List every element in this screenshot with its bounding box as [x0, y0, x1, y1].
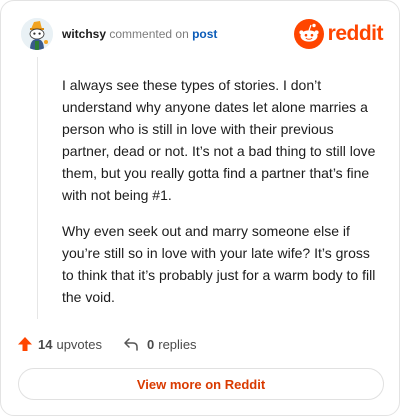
comment-header: witchsy commented on post reddit [21, 18, 384, 52]
post-link[interactable]: post [192, 27, 217, 41]
comment-embed-card: witchsy commented on post reddit I alway… [0, 0, 400, 416]
upvote-label: upvotes [56, 336, 103, 352]
comment-meta: witchsy commented on post [62, 26, 217, 42]
reply-label: replies [158, 336, 197, 352]
upvote-button[interactable]: 14 upvotes [17, 336, 102, 352]
username-link[interactable]: witchsy [62, 27, 106, 41]
upvote-arrow-icon [18, 337, 32, 351]
action-text: commented on [109, 27, 189, 41]
reddit-brand[interactable]: reddit [293, 18, 384, 50]
reply-arrow-icon [124, 338, 138, 351]
comment-paragraph: Why even seek out and marry someone else… [62, 223, 376, 305]
reddit-wordmark: reddit [327, 22, 384, 45]
user-avatar[interactable] [21, 18, 53, 50]
replies-button[interactable]: 0 replies [123, 336, 197, 352]
reddit-logo-icon [293, 19, 324, 49]
upvote-count: 14 [38, 336, 53, 352]
comment-body: I always see these types of stories. I d… [62, 74, 380, 308]
comment-actions: 14 upvotes 0 replies [17, 334, 197, 354]
view-more-button[interactable]: View more on Reddit [18, 368, 384, 400]
reply-count: 0 [147, 336, 155, 352]
comment-paragraph: I always see these types of stories. I d… [62, 77, 376, 203]
snoo-avatar-icon [21, 18, 53, 50]
thread-line [37, 57, 38, 319]
